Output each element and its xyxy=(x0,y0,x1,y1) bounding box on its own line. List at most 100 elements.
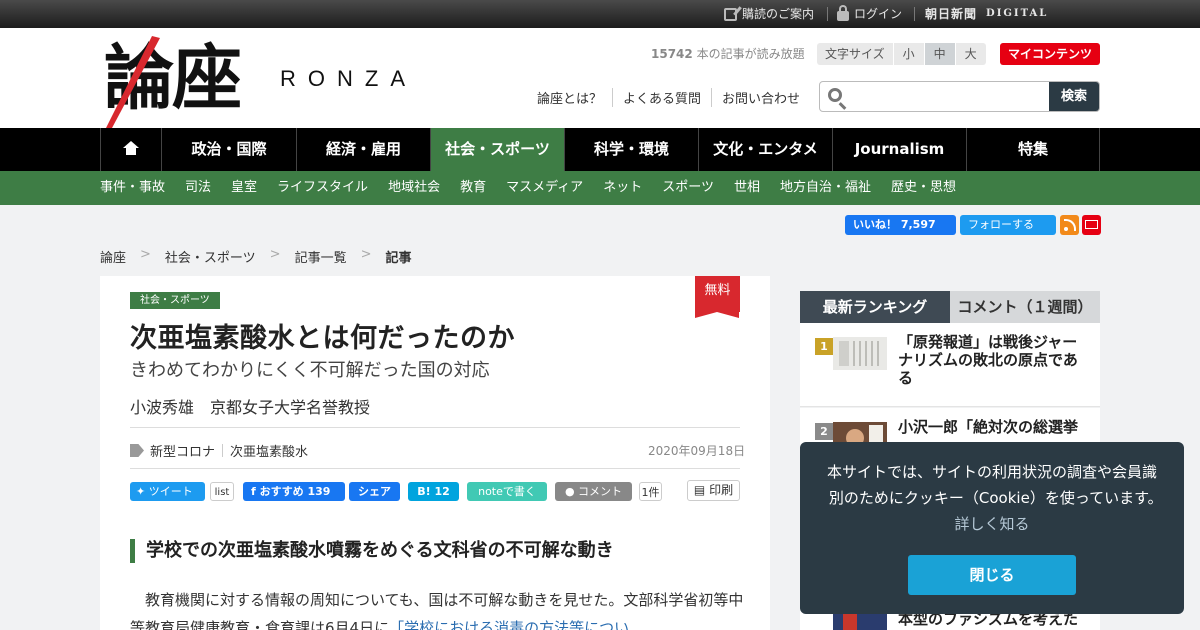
divider xyxy=(130,468,740,469)
comment-button[interactable]: ● コメント xyxy=(555,482,632,501)
tab-culture[interactable]: 文化・エンタメ xyxy=(698,128,832,171)
tag-link[interactable]: 次亜塩素酸水 xyxy=(230,441,308,460)
ronza-logo[interactable]: 論座 RONZA xyxy=(104,36,444,132)
breadcrumb-current: 記事 xyxy=(385,251,412,266)
breadcrumb-item[interactable]: 論座 xyxy=(100,247,126,266)
search-button[interactable]: 検索 xyxy=(1049,82,1099,111)
top-utility-bar: 購読のご案内 ログイン 朝日新聞 DIGITAL xyxy=(0,0,1200,29)
hatena-bookmark-button[interactable]: B! 12 xyxy=(408,482,459,501)
subnav-item[interactable]: スポーツ xyxy=(662,171,714,205)
tag-link[interactable]: 新型コロナ xyxy=(150,441,215,460)
breadcrumb-separator: > xyxy=(360,247,372,262)
subnav-item[interactable]: 司法 xyxy=(185,171,211,205)
faq-link[interactable]: よくある質問 xyxy=(612,88,711,107)
comment-bubble-icon: ● xyxy=(564,485,575,498)
article-tags: 新型コロナ 次亜塩素酸水 xyxy=(130,441,308,460)
ranking-title: 小沢一郎「絶対次の総選挙 xyxy=(898,418,1079,436)
tab-society-sports[interactable]: 社会・スポーツ xyxy=(430,128,564,171)
print-label: 印刷 xyxy=(709,483,734,497)
about-link[interactable]: 論座とは？ xyxy=(537,88,612,107)
tab-economy[interactable]: 経済・雇用 xyxy=(296,128,430,171)
divider xyxy=(222,444,224,457)
breadcrumb-item[interactable]: 社会・スポーツ xyxy=(165,247,256,266)
rss-icon[interactable] xyxy=(1060,215,1079,235)
login-link[interactable]: ログイン xyxy=(837,0,902,28)
article-title: 次亜塩素酸水とは何だったのか xyxy=(130,323,515,354)
cookie-close-button[interactable]: 閉じる xyxy=(908,555,1076,595)
category-badge[interactable]: 社会・スポーツ xyxy=(130,292,220,309)
twitter-list-button[interactable]: list xyxy=(210,482,234,501)
divider xyxy=(130,427,740,428)
nav-home[interactable] xyxy=(100,128,161,171)
facebook-recommend-button[interactable]: f おすすめ 139 xyxy=(243,482,345,501)
sidebar-tabs: 最新ランキング コメント（１週間） xyxy=(800,291,1100,323)
search-icon xyxy=(828,88,842,102)
tweet-button[interactable]: ✦ ツイート xyxy=(130,482,205,501)
facebook-share-button[interactable]: シェア xyxy=(349,482,400,501)
tab-ranking[interactable]: 最新ランキング xyxy=(800,291,950,323)
tab-features[interactable]: 特集 xyxy=(966,128,1100,171)
subnav-item[interactable]: マスメディア xyxy=(506,171,583,205)
note-share-button[interactable]: noteで書く xyxy=(467,482,547,501)
publish-date: 2020年09月18日 xyxy=(648,444,746,458)
subnav-item[interactable]: 歴史・思想 xyxy=(891,171,956,205)
tab-science[interactable]: 科学・環境 xyxy=(564,128,698,171)
font-size-large[interactable]: 大 xyxy=(954,43,986,65)
article-subtitle: きわめてわかりにくく不可解だった国の対応 xyxy=(130,360,490,381)
mail-icon[interactable] xyxy=(1082,215,1101,235)
subnav-item[interactable]: 地方自治・福祉 xyxy=(780,171,871,205)
article-body: 教育機関に対する情報の周知についても、国は不可解な動きを見せた。文部科学省初等中… xyxy=(130,586,745,630)
twitter-bird-icon: ✦ xyxy=(136,485,146,498)
font-size-small[interactable]: 小 xyxy=(892,43,924,65)
breadcrumb-separator: > xyxy=(140,247,151,262)
header-links: 論座とは？ よくある質問 お問い合わせ xyxy=(537,88,810,107)
facebook-like-button[interactable]: いいね！ 7,597 xyxy=(845,215,956,235)
divider xyxy=(827,7,828,21)
free-badge: 無料 xyxy=(695,276,740,318)
search-input[interactable] xyxy=(852,82,1050,111)
lock-icon xyxy=(837,5,849,21)
reading-count: 15742 本の記事が読み放題 xyxy=(651,45,805,62)
ranking-item[interactable]: 1 「原発報道」は戦後ジャーナリズムの敗北の原点である xyxy=(800,323,1100,407)
subnav-item[interactable]: 世相 xyxy=(734,171,760,205)
subnav-item[interactable]: ライフスタイル xyxy=(277,171,368,205)
search-box: 検索 xyxy=(819,81,1100,112)
tag-icon xyxy=(130,444,144,457)
article-author[interactable]: 小波秀雄 京都女子大学名誉教授 xyxy=(130,394,370,418)
rank-number: 1 xyxy=(815,338,833,355)
tab-politics[interactable]: 政治・国際 xyxy=(161,128,296,171)
facebook-recommend-label: おすすめ 139 xyxy=(259,485,331,498)
cookie-more-link[interactable]: 詳しく知る xyxy=(954,515,1029,533)
subnav-item[interactable]: 地域社会 xyxy=(388,171,440,205)
main-nav: 政治・国際 経済・雇用 社会・スポーツ 科学・環境 文化・エンタメ Journa… xyxy=(0,128,1200,171)
print-icon: ▤ xyxy=(693,483,706,497)
my-contents-button[interactable]: マイコンテンツ xyxy=(1000,43,1100,65)
comment-count[interactable]: 1件 xyxy=(639,482,662,501)
asahi-digital-text: DIGITAL xyxy=(986,0,1049,29)
tab-journalism[interactable]: Journalism xyxy=(832,128,966,171)
twitter-follow-button[interactable]: フォローする xyxy=(960,215,1056,235)
body-link[interactable]: 「学校における消毒の方法等につい xyxy=(389,619,629,630)
breadcrumb-item[interactable]: 記事一覧 xyxy=(295,247,347,266)
subscribe-link[interactable]: 購読のご案内 xyxy=(724,0,814,28)
reading-count-number: 15742 xyxy=(651,47,693,61)
contact-link[interactable]: お問い合わせ xyxy=(711,88,810,107)
comment-label: コメント xyxy=(578,485,623,498)
font-size-switcher: 文字サイズ 小 中 大 xyxy=(817,43,986,65)
subscribe-label: 購読のご案内 xyxy=(742,7,815,21)
asahi-digital-logo[interactable]: 朝日新聞 DIGITAL xyxy=(925,0,1049,29)
subnav-item[interactable]: 教育 xyxy=(460,171,486,205)
section-heading: 学校での次亜塩素酸水噴霧をめぐる文科省の不可解な動き xyxy=(130,539,614,563)
print-button[interactable]: ▤ 印刷 xyxy=(687,480,740,501)
subnav-item[interactable]: 皇室 xyxy=(231,171,257,205)
subnav-item[interactable]: 事件・事故 xyxy=(100,171,165,205)
article-card: 社会・スポーツ 無料 次亜塩素酸水とは何だったのか きわめてわかりにくく不可解だ… xyxy=(100,276,770,630)
rank-number: 2 xyxy=(815,423,833,440)
subnav-item[interactable]: ネット xyxy=(603,171,642,205)
home-icon xyxy=(123,141,139,155)
article-thumbnail xyxy=(833,337,887,370)
cookie-message: 本サイトでは、サイトの利用状況の調査や会員識別のためにクッキー（Cookie）を… xyxy=(820,459,1164,537)
cookie-message-text: 本サイトでは、サイトの利用状況の調査や会員識別のためにクッキー（Cookie）を… xyxy=(826,463,1157,507)
font-size-medium[interactable]: 中 xyxy=(923,43,955,65)
tab-comments[interactable]: コメント（１週間） xyxy=(950,291,1100,323)
